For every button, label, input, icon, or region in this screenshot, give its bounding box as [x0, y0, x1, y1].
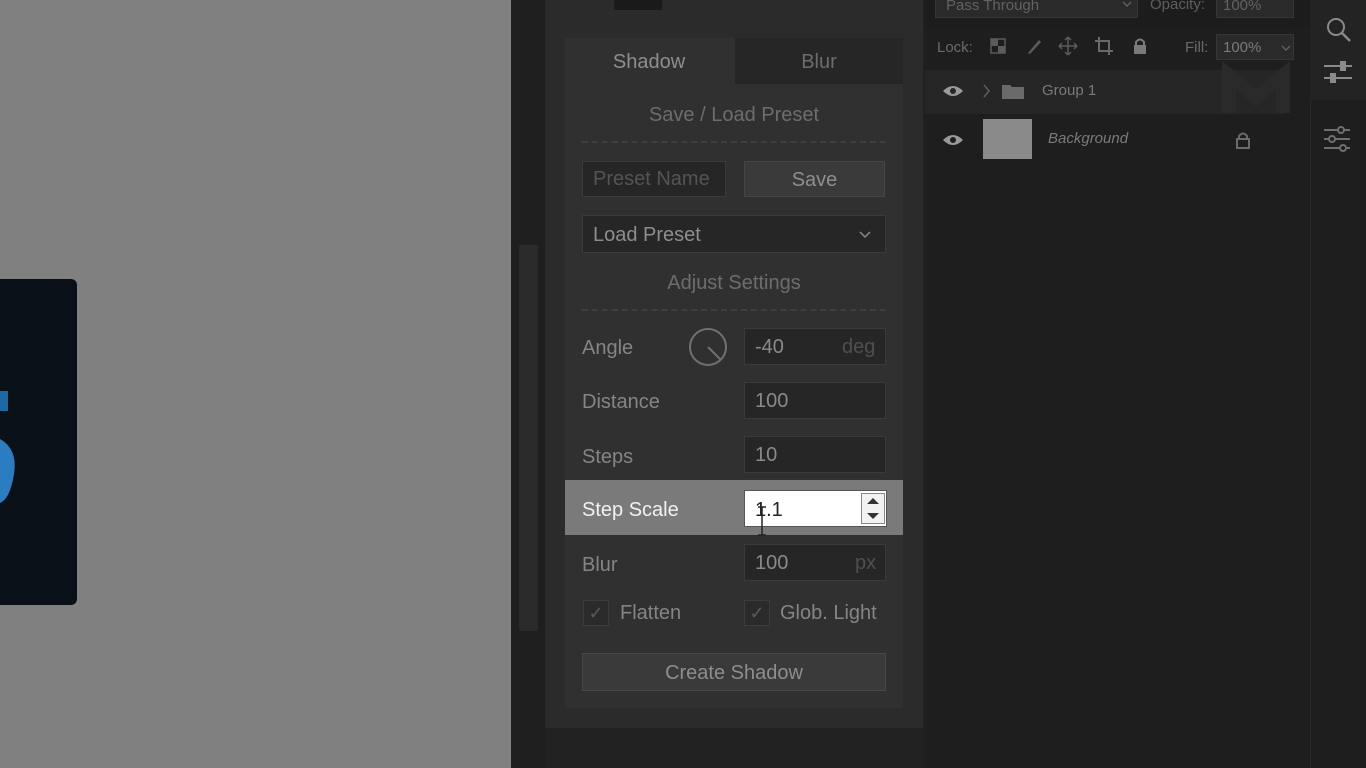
blur-input[interactable]: 100 px	[744, 544, 886, 581]
preset-name-placeholder: Preset Name	[593, 168, 710, 190]
steps-label: Steps	[582, 446, 634, 468]
step-scale-label: Step Scale	[582, 499, 679, 521]
spinner-down-icon[interactable]	[866, 512, 880, 520]
chevron-down-icon	[1122, 1, 1132, 7]
divider	[582, 309, 886, 311]
opacity-input[interactable]: 100%	[1216, 0, 1294, 18]
eye-icon[interactable]	[942, 84, 964, 98]
lock-all-icon[interactable]	[1130, 36, 1150, 56]
text-cursor-icon	[758, 506, 766, 536]
fill-label: Fill:	[1185, 39, 1209, 56]
distance-input[interactable]: 100	[744, 382, 886, 419]
layer-thumbnail	[983, 119, 1032, 159]
blur-value: 100	[755, 552, 789, 574]
angle-value: -40	[755, 336, 784, 358]
right-toolbar	[1310, 0, 1366, 768]
tab-shadow[interactable]: Shadow	[565, 38, 733, 84]
lock-artboard-icon[interactable]	[1094, 36, 1114, 56]
blend-mode-dropdown[interactable]: Pass Through	[935, 0, 1138, 18]
adjustments-brush-icon[interactable]	[1322, 58, 1354, 88]
lock-image-pixels-icon[interactable]	[1024, 36, 1044, 56]
tab-blur[interactable]: Blur	[735, 38, 903, 84]
glob-light-checkbox[interactable]: ✓	[744, 600, 770, 626]
lock-label: Lock:	[937, 39, 973, 56]
blur-unit: px	[855, 552, 877, 574]
flatten-checkbox[interactable]: ✓	[583, 600, 609, 626]
panel-header-icon	[614, 0, 662, 10]
create-shadow-button[interactable]: Create Shadow	[582, 653, 886, 691]
blend-mode-value: Pass Through	[946, 0, 1040, 14]
angle-label: Angle	[582, 337, 634, 359]
distance-value: 100	[755, 390, 789, 412]
distance-label: Distance	[582, 391, 660, 413]
steps-input[interactable]: 10	[744, 436, 886, 473]
blur-label: Blur	[582, 554, 618, 576]
preset-section-title: Save / Load Preset	[648, 104, 820, 126]
spinner-up-icon[interactable]	[866, 497, 880, 505]
glob-light-label: Glob. Light	[780, 602, 877, 624]
eye-icon[interactable]	[942, 133, 964, 147]
lock-transparent-pixels-icon[interactable]	[988, 36, 1008, 56]
folder-icon	[1002, 85, 1024, 99]
steps-value: 10	[755, 444, 778, 466]
angle-input[interactable]: -40 deg	[744, 328, 886, 365]
lock-icon	[1236, 132, 1250, 149]
angle-dial-icon[interactable]	[687, 326, 729, 368]
layer-name: Background	[1048, 130, 1129, 147]
adjust-section-title: Adjust Settings	[667, 272, 801, 294]
opacity-label: Opacity:	[1150, 0, 1206, 13]
step-scale-spinner[interactable]	[861, 493, 885, 524]
lock-position-icon[interactable]	[1058, 36, 1078, 56]
fill-value: 100%	[1223, 39, 1262, 56]
flatten-label: Flatten	[620, 602, 682, 624]
save-preset-button[interactable]: Save	[744, 161, 885, 197]
watermark-logo-icon	[1222, 61, 1290, 113]
chevron-down-icon	[859, 231, 871, 239]
chevron-down-icon	[1281, 45, 1291, 51]
load-preset-dropdown[interactable]: Load Preset	[582, 215, 886, 253]
canvas-scrollbar-thumb[interactable]	[519, 245, 538, 631]
panel-footer	[545, 728, 923, 768]
load-preset-value: Load Preset	[593, 224, 701, 246]
angle-unit: deg	[842, 336, 876, 358]
partial-blue-glyph-icon	[0, 391, 15, 503]
canvas-artwork-card	[0, 279, 77, 605]
opacity-value: 100%	[1223, 0, 1262, 14]
properties-sliders-icon[interactable]	[1322, 124, 1352, 154]
preset-name-input[interactable]: Preset Name	[582, 161, 726, 197]
layer-row-background[interactable]: Background	[925, 117, 1285, 161]
chevron-right-icon[interactable]	[983, 84, 991, 98]
divider	[582, 141, 886, 143]
learn-search-icon[interactable]	[1323, 14, 1353, 44]
layer-name: Group 1	[1042, 82, 1097, 99]
